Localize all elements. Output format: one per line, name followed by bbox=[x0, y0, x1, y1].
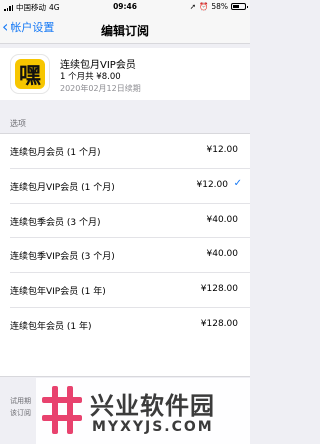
option-row[interactable]: 连续包季会员 (3 个月) ¥40.00 bbox=[0, 204, 250, 239]
option-row[interactable]: 连续包月会员 (1 个月) ¥12.00 bbox=[0, 134, 250, 169]
option-price: ¥128.00 bbox=[200, 318, 238, 329]
app-icon-glyph: 嘿 bbox=[15, 59, 45, 89]
option-row[interactable]: 连续包季VIP会员 (3 个月) ¥40.00 bbox=[0, 238, 250, 273]
subscription-header: 嘿 连续包月VIP会员 1 个月共 ¥8.00 2020年02月12日续期 bbox=[0, 48, 250, 100]
option-price: ¥40.00 bbox=[206, 214, 239, 225]
status-right: ➚ ⏰ 58% bbox=[189, 2, 248, 11]
watermark-title: 兴业软件园 bbox=[90, 392, 215, 420]
battery-icon bbox=[231, 3, 248, 10]
option-name: 连续包月会员 (1 个月) bbox=[10, 148, 101, 158]
battery-percent: 58% bbox=[211, 2, 228, 11]
watermark: 兴业软件园 MYXYJS.COM bbox=[36, 378, 250, 444]
option-name: 连续包季VIP会员 (3 个月) bbox=[10, 252, 115, 263]
watermark-logo-icon bbox=[42, 386, 82, 434]
subscription-renewal-date: 2020年02月12日续期 bbox=[60, 84, 141, 93]
options-section-label: 选项 bbox=[10, 119, 26, 128]
watermark-url: MYXYJS.COM bbox=[92, 419, 214, 435]
option-row[interactable]: 连续包年VIP会员 (1 年) ¥128.00 bbox=[0, 273, 250, 308]
navigation-bar: ‹ 帐户设置 编辑订阅 bbox=[0, 14, 250, 44]
status-bar: 中国移动 4G 09:46 ➚ ⏰ 58% bbox=[0, 0, 250, 14]
options-list: 连续包月会员 (1 个月) ¥12.00 连续包月VIP会员 (1 个月) ¥1… bbox=[0, 133, 250, 377]
option-name: 连续包年VIP会员 (1 年) bbox=[10, 287, 106, 298]
subscription-name: 连续包月VIP会员 bbox=[60, 60, 136, 71]
option-price: ¥40.00 bbox=[206, 249, 239, 260]
option-name: 连续包月VIP会员 (1 个月) bbox=[10, 182, 115, 193]
option-price: ¥12.00 bbox=[206, 145, 239, 155]
alarm-icon: ⏰ bbox=[198, 2, 209, 11]
location-icon: ➚ bbox=[189, 2, 196, 11]
subscription-price: 1 个月共 ¥8.00 bbox=[60, 72, 121, 82]
option-name: 连续包季会员 (3 个月) bbox=[10, 217, 101, 228]
option-row[interactable]: 连续包年会员 (1 年) ¥128.00 bbox=[0, 308, 250, 343]
option-name: 连续包年会员 (1 年) bbox=[10, 321, 92, 332]
checkmark-icon: ✓ bbox=[233, 177, 242, 189]
option-row-selected[interactable]: 连续包月VIP会员 (1 个月) ¥12.00 ✓ bbox=[0, 169, 250, 204]
option-price: ¥12.00 bbox=[196, 179, 229, 190]
app-icon: 嘿 bbox=[10, 54, 50, 94]
page-title: 编辑订阅 bbox=[100, 24, 149, 38]
option-price: ¥128.00 bbox=[200, 284, 238, 295]
